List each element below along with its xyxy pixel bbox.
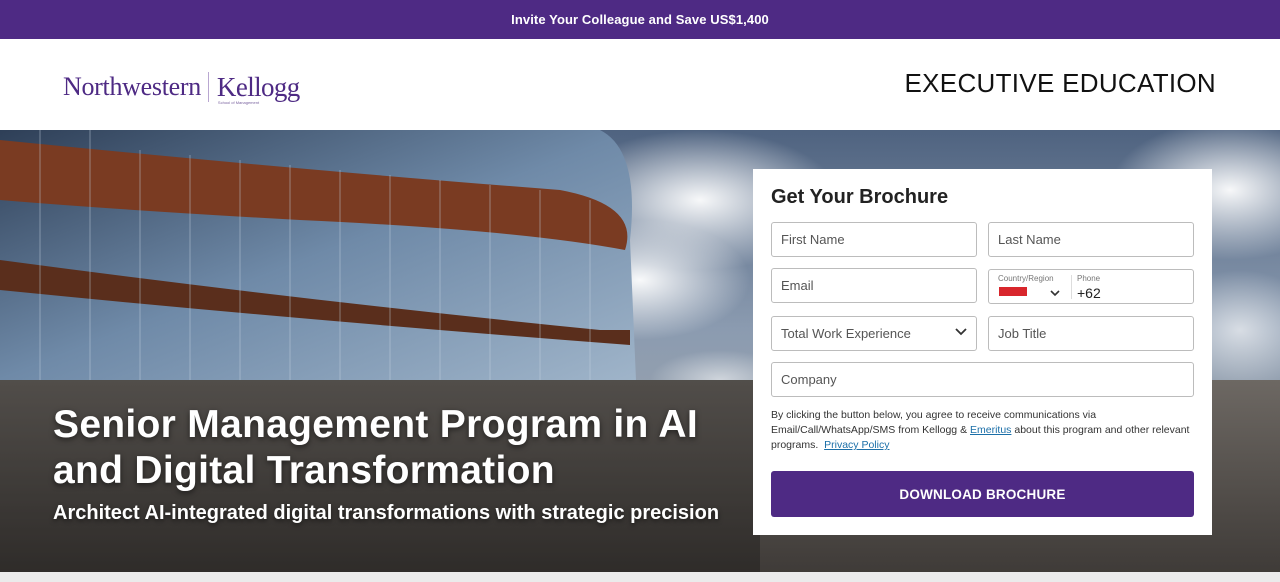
email-input[interactable]: Email bbox=[771, 268, 977, 303]
work-experience-value: Total Work Experience bbox=[781, 326, 911, 341]
country-label: Country/Region bbox=[998, 274, 1054, 283]
page-bottom-strip bbox=[0, 572, 1280, 582]
indonesia-flag-icon[interactable] bbox=[999, 287, 1027, 296]
phone-input[interactable]: +62 bbox=[1077, 285, 1101, 301]
promo-banner: Invite Your Colleague and Save US$1,400 bbox=[0, 0, 1280, 39]
consent-text: By clicking the button below, you agree … bbox=[771, 408, 1191, 453]
work-experience-select[interactable]: Total Work Experience bbox=[771, 316, 977, 351]
last-name-input[interactable]: Last Name bbox=[988, 222, 1194, 257]
phone-label: Phone bbox=[1077, 274, 1101, 283]
logo-northwestern: Northwestern bbox=[63, 72, 201, 101]
kellogg-logo[interactable]: Northwestern Kellogg School of Managemen… bbox=[63, 68, 300, 105]
chevron-down-icon bbox=[955, 328, 967, 336]
promo-link[interactable]: Invite Your Colleague and Save US$1,400 bbox=[511, 12, 769, 27]
phone-divider bbox=[1071, 275, 1072, 299]
hero-section: Senior Management Program in AI and Digi… bbox=[0, 130, 1280, 572]
brochure-form: Get Your Brochure First Name Last Name E… bbox=[753, 169, 1212, 535]
emeritus-link[interactable]: Emeritus bbox=[970, 424, 1011, 436]
form-title: Get Your Brochure bbox=[771, 186, 949, 208]
logo-school: School of Management bbox=[217, 100, 260, 105]
privacy-policy-link[interactable]: Privacy Policy bbox=[824, 439, 889, 451]
hero-title: Senior Management Program in AI and Digi… bbox=[53, 402, 733, 494]
download-brochure-button[interactable]: DOWNLOAD BROCHURE bbox=[771, 471, 1194, 517]
first-name-input[interactable]: First Name bbox=[771, 222, 977, 257]
logo-kellogg: Kellogg bbox=[216, 72, 300, 102]
company-input[interactable]: Company bbox=[771, 362, 1194, 397]
logo-divider bbox=[207, 72, 209, 102]
site-header: Northwestern Kellogg School of Managemen… bbox=[0, 39, 1280, 130]
hero-title-line1: Senior Management Program in AI bbox=[53, 403, 698, 446]
phone-field: Country/Region Phone +62 bbox=[988, 269, 1194, 304]
logo-kellogg-group: Kellogg School of Management bbox=[216, 72, 300, 105]
header-tagline: EXECUTIVE EDUCATION bbox=[904, 68, 1216, 98]
job-title-input[interactable]: Job Title bbox=[988, 316, 1194, 351]
hero-title-line2: and Digital Transformation bbox=[53, 449, 555, 492]
hero-subtitle: Architect AI-integrated digital transfor… bbox=[53, 502, 720, 524]
country-chevron-down-icon[interactable] bbox=[1050, 290, 1060, 297]
